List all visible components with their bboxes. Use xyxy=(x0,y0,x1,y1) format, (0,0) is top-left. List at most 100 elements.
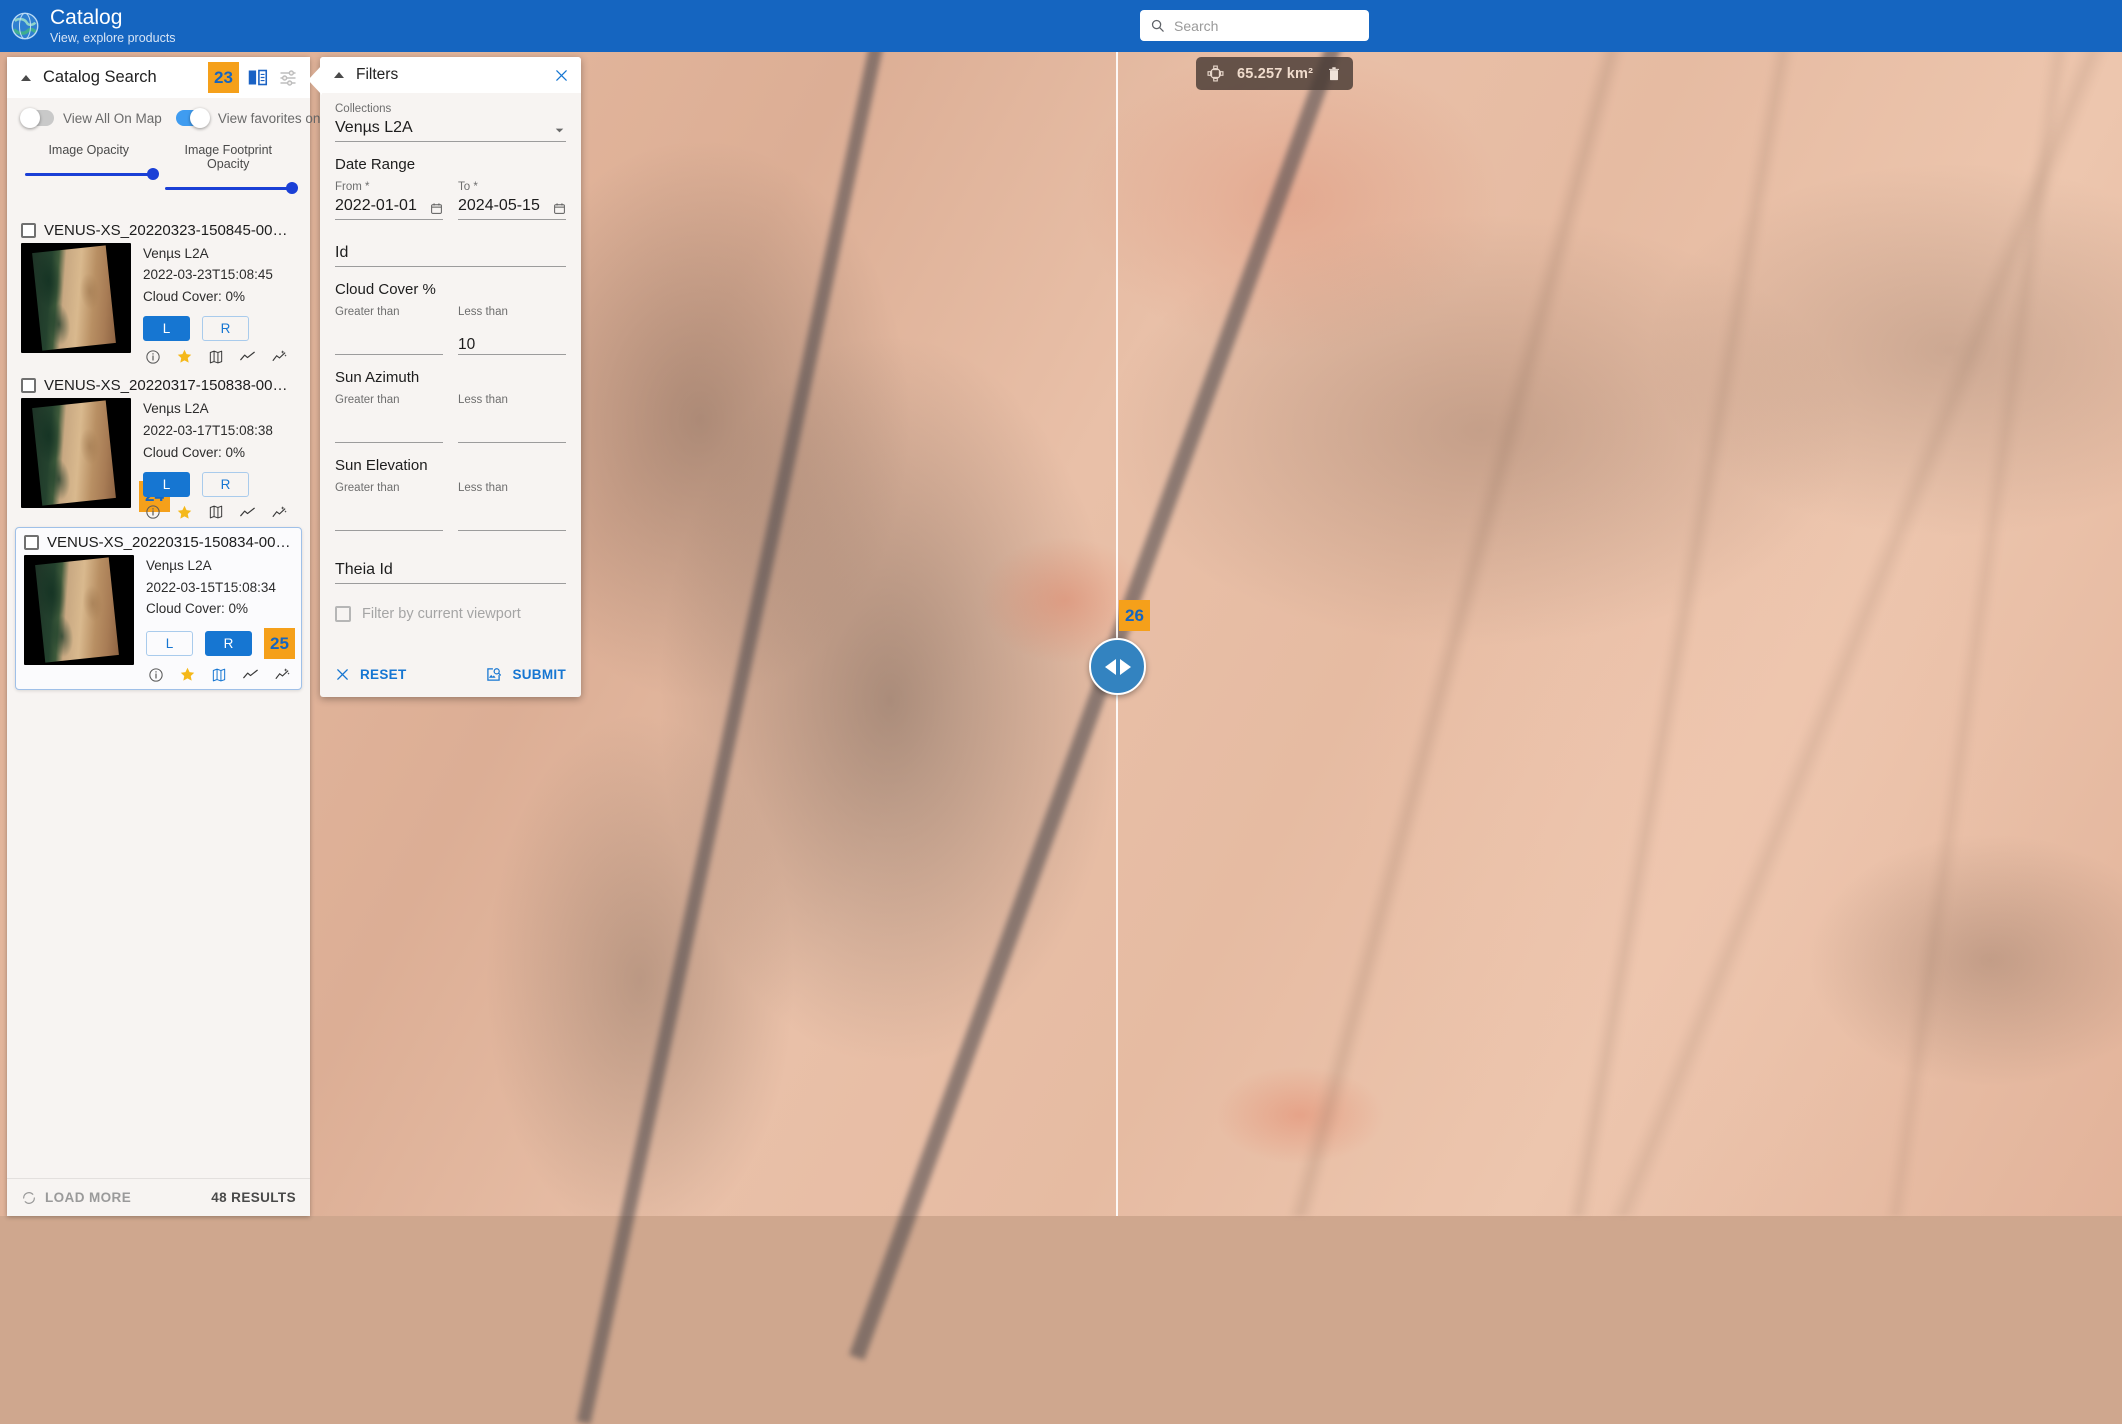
date-from-input[interactable]: 2022-01-01 xyxy=(335,197,443,220)
slider-thumb[interactable] xyxy=(147,168,159,180)
assign-right-button[interactable]: R xyxy=(202,316,249,341)
close-icon[interactable] xyxy=(554,68,569,83)
assign-right-button[interactable]: R xyxy=(205,631,252,656)
timeline-icon[interactable] xyxy=(242,666,259,683)
step-badge-26: 26 xyxy=(1119,600,1150,631)
azimuth-less-group: Less than xyxy=(458,394,566,443)
result-card[interactable]: VENUS-XS_20220317-150838-00… Venµs L2A 2… xyxy=(7,371,310,527)
auto-graph-icon[interactable] xyxy=(271,348,288,365)
map-icon[interactable] xyxy=(208,349,224,365)
slider-thumb[interactable] xyxy=(286,182,298,194)
footprint-opacity-slider[interactable] xyxy=(165,187,293,190)
info-icon[interactable] xyxy=(148,667,164,683)
collections-label: Collections xyxy=(335,103,566,115)
tune-sliders-icon[interactable] xyxy=(278,68,298,88)
result-thumbnail[interactable] xyxy=(24,555,134,665)
sun-azimuth-row: Greater than Less than xyxy=(335,394,566,443)
assign-right-button[interactable]: R xyxy=(202,472,249,497)
azimuth-less-input[interactable] xyxy=(458,422,566,443)
elevation-greater-group: Greater than xyxy=(335,482,443,531)
date-from-group: From * 2022-01-01 xyxy=(335,181,443,220)
filters-header: Filters xyxy=(320,57,581,93)
star-icon[interactable] xyxy=(176,504,193,521)
global-search[interactable] xyxy=(1140,10,1369,41)
result-thumbnail[interactable] xyxy=(21,243,131,353)
calendar-icon[interactable] xyxy=(430,202,443,215)
result-title: VENUS-XS_20220317-150838-00… xyxy=(44,377,288,394)
viewport-filter-row[interactable]: Filter by current viewport xyxy=(335,606,566,622)
close-icon xyxy=(335,667,350,682)
date-to-input[interactable]: 2024-05-15 xyxy=(458,197,566,220)
info-icon[interactable] xyxy=(145,349,161,365)
result-card[interactable]: VENUS-XS_20220315-150834-00… Venµs L2A 2… xyxy=(15,527,302,691)
step-badge-23: 23 xyxy=(208,62,239,93)
result-actions xyxy=(146,666,295,683)
search-input[interactable] xyxy=(1174,18,1359,34)
result-cloud-cover: Cloud Cover: 0% xyxy=(146,598,295,620)
cloud-less-input[interactable]: 10 xyxy=(458,334,566,355)
swipe-handle[interactable] xyxy=(1089,638,1146,695)
filters-panel: Filters Collections Venµs L2A Date Range… xyxy=(320,57,581,697)
elevation-greater-input[interactable] xyxy=(335,510,443,531)
card-title-row: VENUS-XS_20220317-150838-00… xyxy=(21,377,300,394)
elevation-less-input[interactable] xyxy=(458,510,566,531)
azimuth-less-label: Less than xyxy=(458,394,566,406)
load-more-button[interactable]: LOAD MORE xyxy=(21,1190,131,1206)
assign-left-button[interactable]: L xyxy=(143,316,190,341)
results-count: 48 RESULTS xyxy=(211,1190,296,1205)
trash-icon[interactable] xyxy=(1326,65,1342,82)
chevron-down-icon xyxy=(553,124,566,137)
result-checkbox[interactable] xyxy=(21,378,36,393)
info-icon[interactable] xyxy=(145,504,161,520)
star-icon[interactable] xyxy=(176,348,193,365)
result-checkbox[interactable] xyxy=(21,223,36,238)
collections-select[interactable]: Venµs L2A xyxy=(335,119,566,142)
cloud-greater-group: Greater than xyxy=(335,306,443,355)
caret-up-icon[interactable] xyxy=(21,75,31,81)
swipe-left-arrow-icon xyxy=(1105,659,1116,675)
map-icon[interactable] xyxy=(211,667,227,683)
calendar-icon[interactable] xyxy=(553,202,566,215)
timeline-icon[interactable] xyxy=(239,504,256,521)
cloud-greater-label: Greater than xyxy=(335,306,443,318)
left-right-buttons: L R xyxy=(143,472,288,497)
compare-split-icon[interactable] xyxy=(247,67,268,88)
cloud-greater-input[interactable] xyxy=(335,334,443,355)
id-input[interactable]: Id xyxy=(335,244,566,267)
sun-elevation-title: Sun Elevation xyxy=(335,457,566,474)
top-app-bar: Catalog View, explore products xyxy=(0,0,2122,52)
result-datetime: 2022-03-23T15:08:45 xyxy=(143,264,288,286)
search-icon xyxy=(1150,17,1165,34)
sun-elevation-row: Greater than Less than xyxy=(335,482,566,531)
submit-button[interactable]: SUBMIT xyxy=(485,666,566,683)
azimuth-greater-input[interactable] xyxy=(335,422,443,443)
date-to-label: To * xyxy=(458,181,566,193)
map-canvas[interactable] xyxy=(0,0,2122,1216)
auto-graph-icon[interactable] xyxy=(271,504,288,521)
swipe-right-arrow-icon xyxy=(1120,659,1131,675)
theia-id-label: Theia Id xyxy=(335,561,393,579)
reset-button[interactable]: RESET xyxy=(335,667,407,682)
date-to-value: 2024-05-15 xyxy=(458,197,540,215)
result-actions xyxy=(143,348,288,365)
result-actions xyxy=(143,504,288,521)
result-card[interactable]: VENUS-XS_20220323-150845-00… Venµs L2A 2… xyxy=(7,216,310,372)
viewport-filter-checkbox[interactable] xyxy=(335,606,351,622)
map-icon[interactable] xyxy=(208,504,224,520)
assign-left-button[interactable]: L xyxy=(146,631,193,656)
toggle-view-all-on-map[interactable] xyxy=(21,110,54,126)
star-icon[interactable] xyxy=(179,666,196,683)
auto-graph-icon[interactable] xyxy=(274,666,291,683)
result-thumbnail[interactable] xyxy=(21,398,131,508)
left-right-buttons: L R xyxy=(143,316,288,341)
toggle-view-favorites-only[interactable] xyxy=(176,110,209,126)
result-checkbox[interactable] xyxy=(24,535,39,550)
toggle-view-all-on-map-label: View All On Map xyxy=(63,111,162,126)
assign-left-button[interactable]: L xyxy=(143,472,190,497)
theia-id-input[interactable]: Theia Id xyxy=(335,561,566,584)
map-area-badge: 65.257 km² xyxy=(1196,57,1353,90)
caret-up-icon[interactable] xyxy=(334,72,344,78)
timeline-icon[interactable] xyxy=(239,348,256,365)
image-opacity-slider[interactable] xyxy=(25,173,153,176)
reset-label: RESET xyxy=(360,667,407,682)
